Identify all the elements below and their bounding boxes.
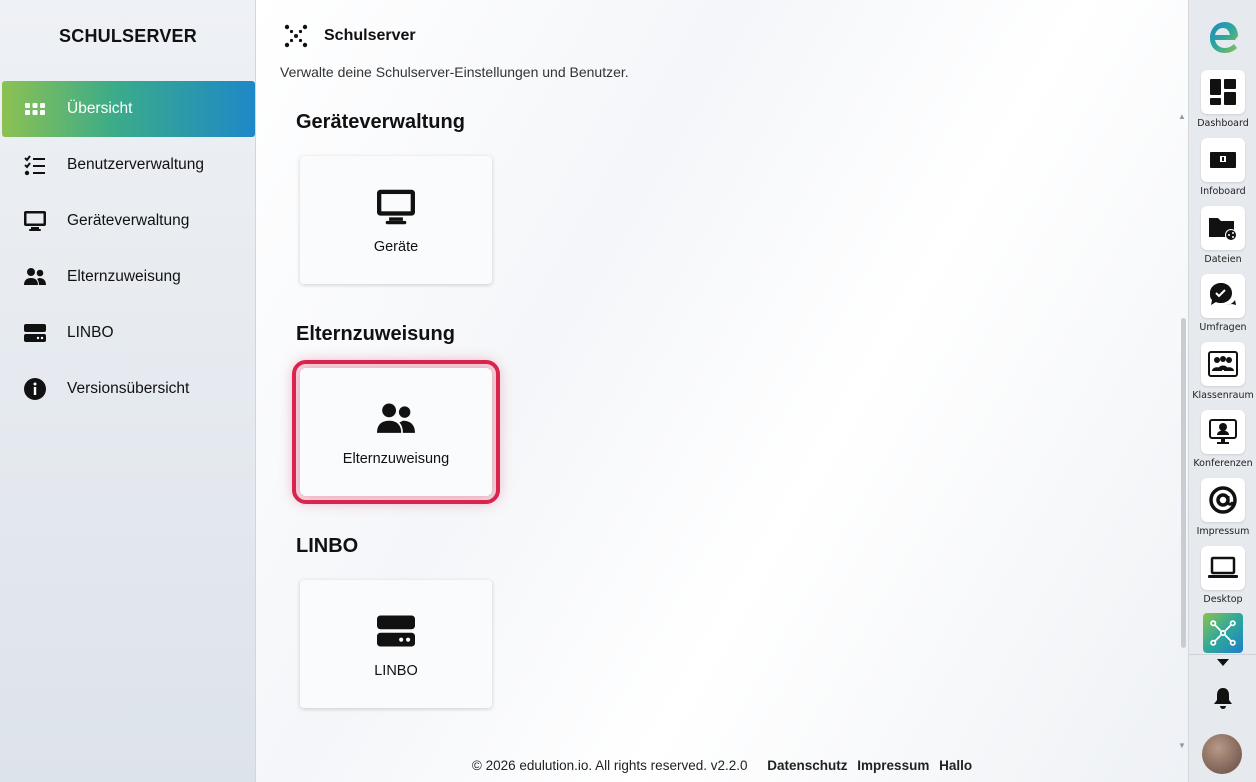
dock-item-dateien[interactable]: Dateien bbox=[1189, 206, 1256, 265]
footer-link-hallo[interactable]: Hallo bbox=[939, 758, 972, 773]
sidebar: SCHULSERVER Übersicht Benutzerverwaltung bbox=[0, 0, 256, 782]
folder-share-icon bbox=[1209, 218, 1237, 241]
edulution-logo[interactable] bbox=[1189, 16, 1256, 56]
page-title: Schulserver bbox=[324, 27, 416, 44]
dock-label: Dateien bbox=[1204, 254, 1242, 265]
avatar[interactable] bbox=[1202, 734, 1242, 774]
klassenraum-button[interactable] bbox=[1201, 342, 1245, 386]
classroom-icon bbox=[1208, 351, 1238, 377]
edulution-logo-icon bbox=[1210, 22, 1238, 53]
sidebar-title: SCHULSERVER bbox=[59, 26, 197, 46]
umfragen-button[interactable] bbox=[1201, 274, 1245, 318]
dock-label: Desktop bbox=[1203, 594, 1243, 605]
sidebar-item-geraeteverwaltung[interactable]: Geräteverwaltung bbox=[2, 193, 255, 249]
card-linbo[interactable]: LINBO bbox=[300, 580, 492, 708]
footer-link-impressum[interactable]: Impressum bbox=[857, 758, 929, 773]
sidebar-item-linbo[interactable]: LINBO bbox=[2, 305, 255, 361]
card-geraete[interactable]: Geräte bbox=[300, 156, 492, 284]
dock-more-chevron[interactable] bbox=[1189, 656, 1256, 668]
sidebar-item-benutzerverwaltung[interactable]: Benutzerverwaltung bbox=[2, 137, 255, 193]
dock-label: Konferenzen bbox=[1193, 458, 1253, 469]
checklist-icon bbox=[24, 154, 46, 176]
sidebar-item-label: Geräteverwaltung bbox=[67, 212, 190, 229]
footer-copyright: © 2026 edulution.io. All rights reserved… bbox=[471, 758, 748, 773]
chevron-down-icon bbox=[1217, 659, 1229, 666]
sidebar-item-elternzuweisung[interactable]: Elternzuweisung bbox=[2, 249, 255, 305]
dock-divider bbox=[1189, 654, 1256, 655]
sidebar-item-versionsuebersicht[interactable]: Versionsübersicht bbox=[2, 361, 255, 417]
page-header: Schulserver bbox=[284, 24, 416, 48]
monitor-icon bbox=[24, 210, 46, 232]
sidebar-item-label: Benutzerverwaltung bbox=[67, 156, 204, 173]
server-icon bbox=[24, 322, 46, 344]
section-title-cutoff bbox=[296, 744, 366, 752]
sidebar-nav: Übersicht Benutzerverwaltung Geräteverwa… bbox=[0, 81, 256, 417]
infoboard-icon bbox=[1210, 152, 1236, 168]
page-subtitle: Verwalte deine Schulserver-Einstellungen… bbox=[280, 64, 629, 80]
footer-link-datenschutz[interactable]: Datenschutz bbox=[767, 758, 847, 773]
section-title-geraeteverwaltung: Geräteverwaltung bbox=[296, 111, 465, 133]
card-elternzuweisung[interactable]: Elternzuweisung bbox=[292, 360, 500, 504]
scroll-down-arrow-icon[interactable]: ▼ bbox=[1178, 741, 1186, 750]
sidebar-item-label: Versionsübersicht bbox=[67, 380, 190, 397]
footer: © 2026 edulution.io. All rights reserved… bbox=[256, 758, 1188, 773]
grid-icon bbox=[24, 98, 46, 120]
main-content: Schulserver Verwalte deine Schulserver-E… bbox=[256, 0, 1188, 782]
section-title-elternzuweisung: Elternzuweisung bbox=[296, 323, 455, 345]
bell-icon bbox=[1214, 688, 1232, 709]
section-title-linbo: LINBO bbox=[296, 535, 359, 557]
scrollbar-thumb[interactable] bbox=[1181, 318, 1186, 648]
dashboard-icon bbox=[1210, 79, 1236, 105]
sidebar-item-label: LINBO bbox=[67, 324, 114, 341]
at-icon bbox=[1209, 486, 1237, 514]
sidebar-item-uebersicht[interactable]: Übersicht bbox=[2, 81, 255, 137]
dock-item-klassenraum[interactable]: Klassenraum bbox=[1189, 342, 1256, 401]
konferenzen-button[interactable] bbox=[1201, 410, 1245, 454]
server-icon bbox=[374, 609, 418, 653]
dock-label: Impressum bbox=[1196, 526, 1250, 537]
card-label: LINBO bbox=[374, 663, 418, 679]
sidebar-item-label: Elternzuweisung bbox=[67, 268, 181, 285]
dock-label: Umfragen bbox=[1199, 322, 1247, 333]
infoboard-button[interactable] bbox=[1201, 138, 1245, 182]
dock-label: Dashboard bbox=[1197, 118, 1249, 129]
desktop-button[interactable] bbox=[1201, 546, 1245, 590]
sidebar-item-label: Übersicht bbox=[67, 100, 133, 117]
monitor-icon bbox=[374, 185, 418, 229]
app-dock: Dashboard Infoboard Dateien Umfragen Kla… bbox=[1188, 0, 1256, 782]
users-icon bbox=[374, 397, 418, 441]
dashboard-button[interactable] bbox=[1201, 70, 1245, 114]
card-label: Elternzuweisung bbox=[342, 451, 450, 467]
laptop-icon bbox=[1208, 556, 1238, 578]
notifications[interactable] bbox=[1189, 687, 1256, 709]
dock-label: Klassenraum bbox=[1192, 390, 1254, 401]
dock-item-impressum[interactable]: Impressum bbox=[1189, 478, 1256, 537]
dock-item-umfragen[interactable]: Umfragen bbox=[1189, 274, 1256, 333]
dock-item-schulserver[interactable] bbox=[1189, 613, 1256, 653]
dock-item-desktop[interactable]: Desktop bbox=[1189, 546, 1256, 605]
users-icon bbox=[24, 266, 46, 288]
dock-item-konferenzen[interactable]: Konferenzen bbox=[1189, 410, 1256, 469]
scroll-up-arrow-icon[interactable]: ▲ bbox=[1178, 112, 1186, 121]
dock-label: Infoboard bbox=[1200, 186, 1246, 197]
info-icon bbox=[24, 378, 46, 400]
schulserver-logo-icon bbox=[284, 24, 308, 48]
card-label: Geräte bbox=[373, 239, 419, 255]
schulserver-button[interactable] bbox=[1203, 613, 1243, 653]
dock-item-dashboard[interactable]: Dashboard bbox=[1189, 70, 1256, 129]
impressum-button[interactable] bbox=[1201, 478, 1245, 522]
dock-item-infoboard[interactable]: Infoboard bbox=[1189, 138, 1256, 197]
dateien-button[interactable] bbox=[1201, 206, 1245, 250]
schulserver-icon bbox=[1210, 620, 1236, 646]
conference-icon bbox=[1209, 419, 1237, 444]
survey-icon bbox=[1210, 283, 1236, 305]
